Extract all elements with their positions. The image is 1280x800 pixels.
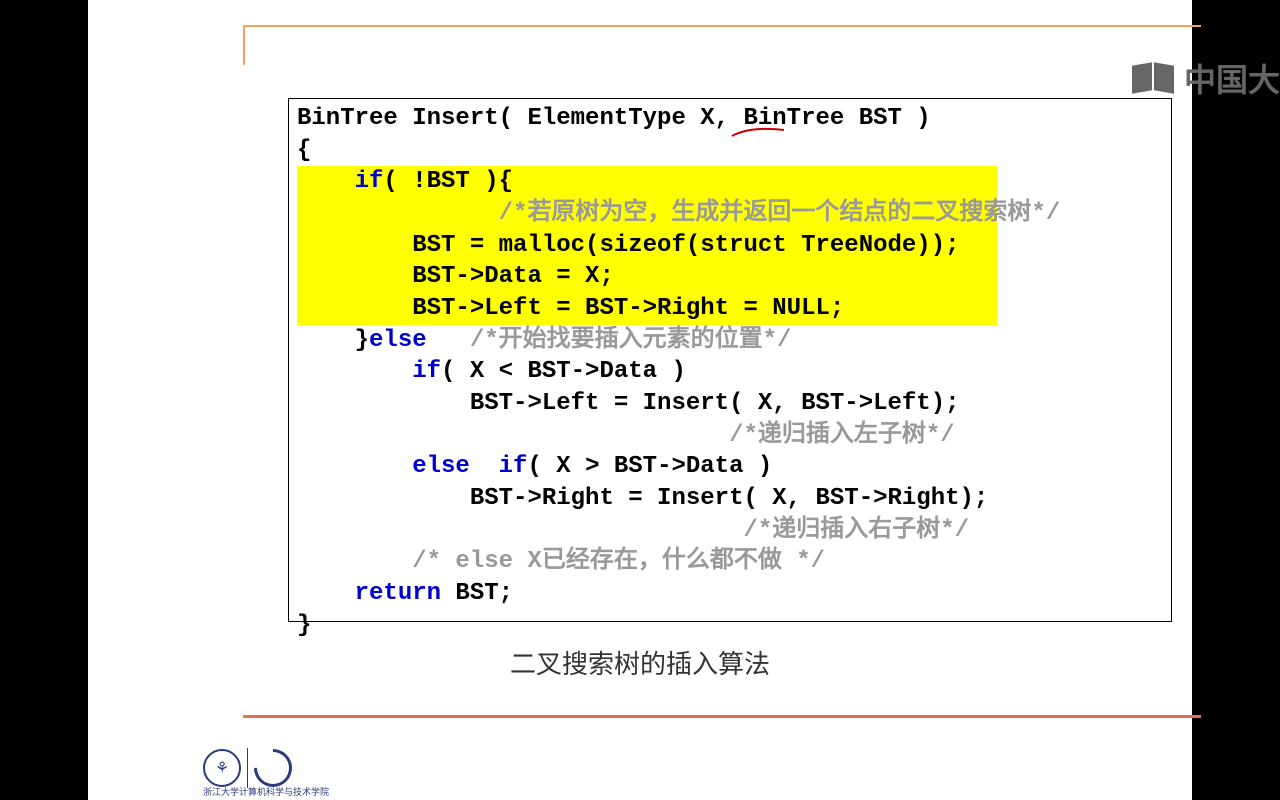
if-head: if( !BST ){ [297,168,513,195]
if-lt: if( X < BST->Data ) [297,358,686,385]
null-assign: BST->Left = BST->Right = NULL; [297,295,844,322]
code-signature: BinTree Insert( ElementType X, BinTree B… [297,105,931,132]
malloc-line: BST = malloc(sizeof(struct TreeNode)); [297,232,960,259]
university-logo: ⚘ [203,748,292,788]
comment-left: /*递归插入左子树*/ [297,422,955,449]
insert-left: BST->Left = Insert( X, BST->Left); [297,390,960,417]
insert-right: BST->Right = Insert( X, BST->Right); [297,485,988,512]
red-annotation-mark [730,126,786,138]
else-if: else if( X > BST->Data ) [297,453,772,480]
data-assign: BST->Data = X; [297,263,614,290]
comment-exists: /* else X已经存在，什么都不做 */ [297,548,825,575]
slide-caption: 二叉搜索树的插入算法 [88,644,1192,681]
brace-close: } [297,612,311,639]
slide: BinTree Insert( ElementType X, BinTree B… [88,0,1192,800]
top-left-border [243,25,245,65]
brace-open: { [297,137,311,164]
top-border [243,25,1201,28]
else-line: }else /*开始找要插入元素的位置*/ [297,327,791,354]
watermark-text: 中国大 [1184,55,1280,101]
return-line: return BST; [297,580,513,607]
code-box: BinTree Insert( ElementType X, BinTree B… [288,98,1172,622]
logo-text: 浙江大学计算机科学与技术学院 [203,785,329,798]
highlight-block: if( !BST ){ /*若原树为空，生成并返回一个结点的二叉搜索树*/ BS… [297,166,997,324]
watermark: 中国大 [1132,55,1280,101]
zju-seal-icon: ⚘ [203,749,241,787]
book-icon [1132,64,1176,92]
comment-empty-tree: /*若原树为空，生成并返回一个结点的二叉搜索树*/ [297,200,1060,227]
comment-right: /*递归插入右子树*/ [297,517,969,544]
logo-divider [247,748,248,788]
bottom-border [243,715,1201,718]
